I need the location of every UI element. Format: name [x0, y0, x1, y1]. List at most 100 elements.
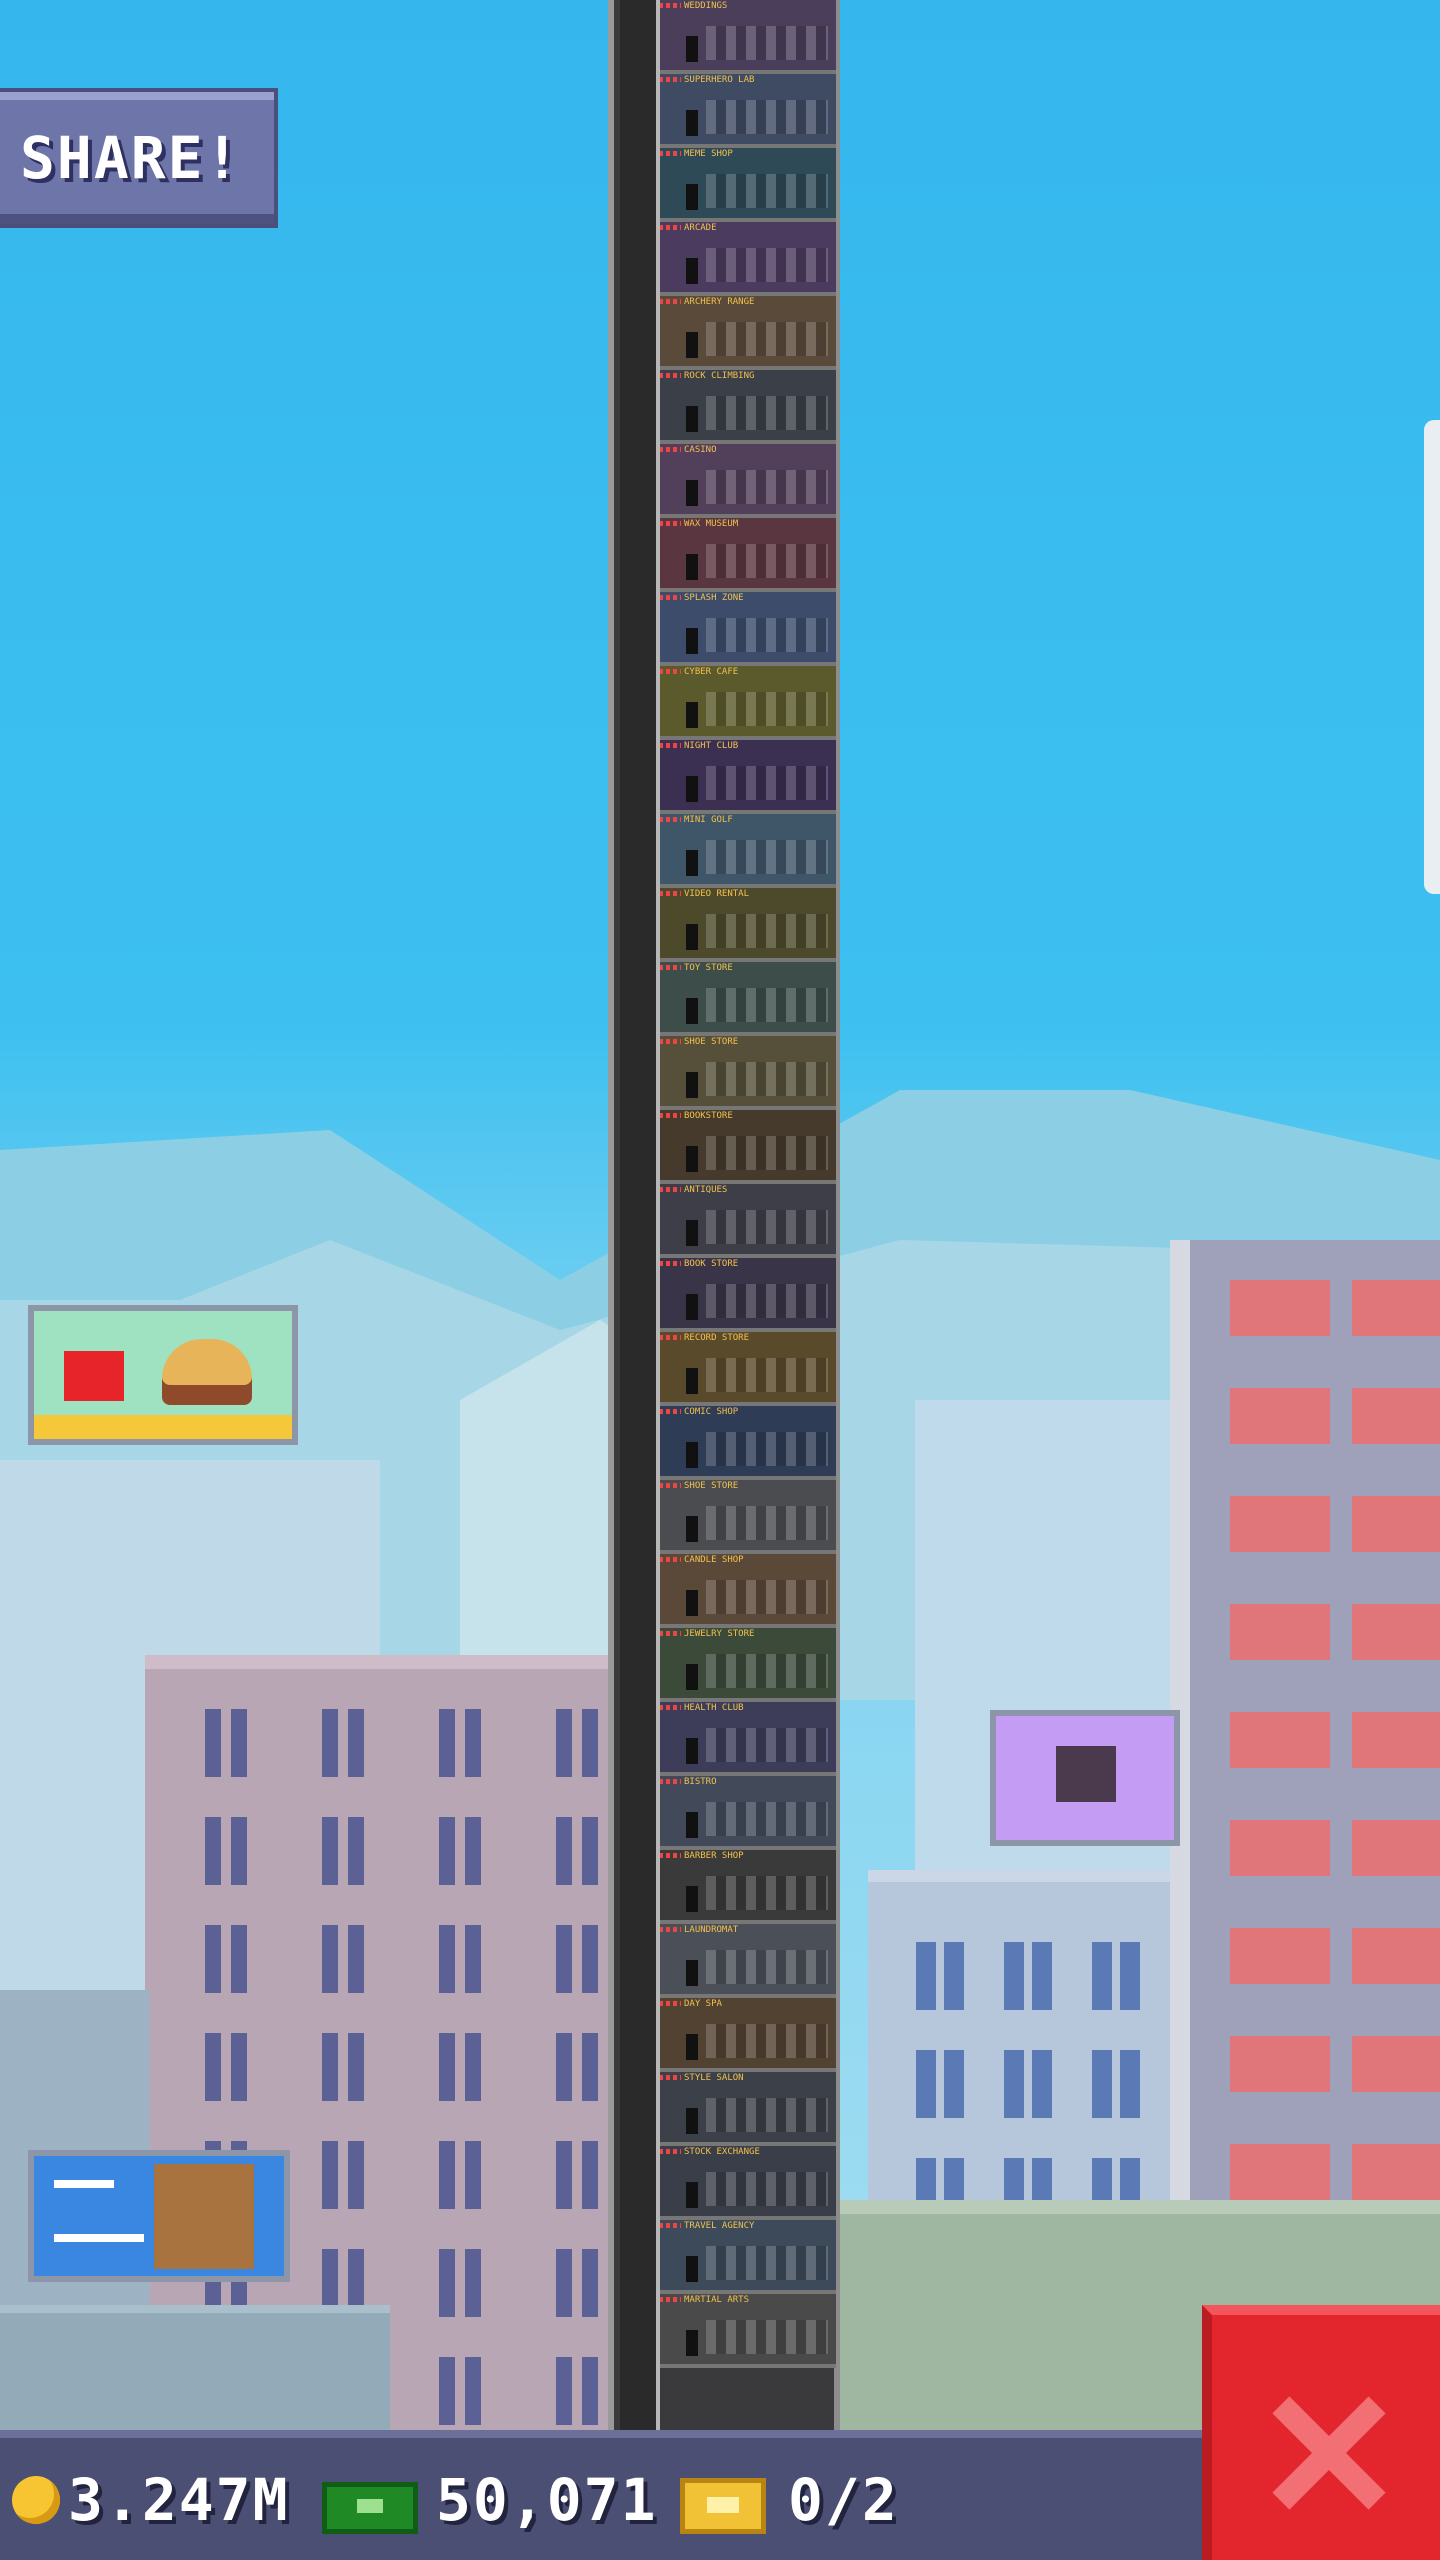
- tower-floor[interactable]: CANDLE SHOP: [660, 1554, 836, 1628]
- floor-name: WAX MUSEUM: [684, 519, 739, 529]
- ticket-icon: [680, 2478, 766, 2534]
- tower-floor[interactable]: COMIC SHOP: [660, 1406, 836, 1480]
- tower-floor[interactable]: ROCK CLIMBING: [660, 370, 836, 444]
- floor-shelves: [706, 1284, 828, 1318]
- tower-floor[interactable]: STYLE SALON: [660, 2072, 836, 2146]
- floor-shelves: [706, 396, 828, 430]
- floor-shelves: [706, 692, 828, 726]
- tower-floor[interactable]: MARTIAL ARTS: [660, 2294, 836, 2368]
- tower-floor[interactable]: JEWELRY STORE: [660, 1628, 836, 1702]
- floor-stars-icon: [660, 2223, 681, 2228]
- floor-stars-icon: [660, 77, 681, 82]
- tower-floor[interactable]: CYBER CAFE: [660, 666, 836, 740]
- tower-floor[interactable]: SHOE STORE: [660, 1036, 836, 1110]
- tower-floor[interactable]: HEALTH CLUB: [660, 1702, 836, 1776]
- floor-shelves: [706, 988, 828, 1022]
- share-button[interactable]: SHARE!: [0, 88, 278, 228]
- floor-shelves: [706, 766, 828, 800]
- floor-door: [686, 2108, 698, 2134]
- floor-stars-icon: [660, 521, 681, 526]
- floor-name: MARTIAL ARTS: [684, 2295, 750, 2305]
- tower-floor[interactable]: VIDEO RENTAL: [660, 888, 836, 962]
- tower-floor[interactable]: MINI GOLF: [660, 814, 836, 888]
- tower-floor[interactable]: DAY SPA: [660, 1998, 836, 2072]
- floor-stars-icon: [660, 2149, 681, 2154]
- tower-floor[interactable]: STOCK EXCHANGE: [660, 2146, 836, 2220]
- floor-door: [686, 36, 698, 62]
- floor-name: HEALTH CLUB: [684, 1703, 744, 1713]
- floor-shelves: [706, 840, 828, 874]
- floor-door: [686, 1886, 698, 1912]
- floor-stars-icon: [660, 1927, 681, 1932]
- tower-floor[interactable]: TOY STORE: [660, 962, 836, 1036]
- left-low-building: [0, 2305, 390, 2438]
- floor-door: [686, 2034, 698, 2060]
- floor-name: MEME SHOP: [684, 149, 733, 159]
- tower-floor[interactable]: BARBER SHOP: [660, 1850, 836, 1924]
- floor-door: [686, 702, 698, 728]
- store-billboard: [28, 2150, 290, 2282]
- floor-door: [686, 1664, 698, 1690]
- floor-shelves: [706, 2098, 828, 2132]
- briefcase-billboard: [990, 1710, 1180, 1846]
- floor-stars-icon: [660, 1261, 681, 1266]
- side-drawer-handle[interactable]: [1424, 420, 1440, 894]
- floor-name: TOY STORE: [684, 963, 733, 973]
- tower-floor[interactable]: ANTIQUES: [660, 1184, 836, 1258]
- tower-floor[interactable]: BOOK STORE: [660, 1258, 836, 1332]
- floor-shelves: [706, 2024, 828, 2058]
- floor-door: [686, 1516, 698, 1542]
- tower-floor[interactable]: NIGHT CLUB: [660, 740, 836, 814]
- tower-floor[interactable]: BISTRO: [660, 1776, 836, 1850]
- tower-floor[interactable]: SPLASH ZONE: [660, 592, 836, 666]
- floor-door: [686, 480, 698, 506]
- floor-shelves: [706, 1950, 828, 1984]
- floor-stars-icon: [660, 3, 681, 8]
- floor-name: SHOE STORE: [684, 1037, 739, 1047]
- floor-shelves: [706, 1432, 828, 1466]
- tower-floor[interactable]: RECORD STORE: [660, 1332, 836, 1406]
- tower-floor[interactable]: SHOE STORE: [660, 1480, 836, 1554]
- floor-stars-icon: [660, 595, 681, 600]
- floor-name: BISTRO: [684, 1777, 717, 1787]
- tower-floor[interactable]: CASINO: [660, 444, 836, 518]
- floor-name: COMIC SHOP: [684, 1407, 739, 1417]
- floor-name: SUPERHERO LAB: [684, 75, 755, 85]
- floor-name: ARCHERY RANGE: [684, 297, 755, 307]
- floor-name: JEWELRY STORE: [684, 1629, 755, 1639]
- floor-shelves: [706, 1728, 828, 1762]
- tower-floor[interactable]: ARCADE: [660, 222, 836, 296]
- floor-shelves: [706, 1358, 828, 1392]
- floor-door: [686, 1072, 698, 1098]
- floor-stars-icon: [660, 2075, 681, 2080]
- floor-door: [686, 110, 698, 136]
- tower-floor[interactable]: LAUNDROMAT: [660, 1924, 836, 1998]
- floor-shelves: [706, 174, 828, 208]
- floor-shelves: [706, 248, 828, 282]
- floor-name: STOCK EXCHANGE: [684, 2147, 760, 2157]
- tower-floor[interactable]: ARCHERY RANGE: [660, 296, 836, 370]
- floor-name: MINI GOLF: [684, 815, 733, 825]
- floor-stars-icon: [660, 669, 681, 674]
- floor-stars-icon: [660, 817, 681, 822]
- floor-name: BARBER SHOP: [684, 1851, 744, 1861]
- coins-value: 3.247M: [68, 2466, 290, 2534]
- floor-stars-icon: [660, 1853, 681, 1858]
- floor-name: ANTIQUES: [684, 1185, 728, 1195]
- close-button[interactable]: [1202, 2305, 1440, 2560]
- tickets-value: 0/2: [788, 2466, 899, 2534]
- floor-name: RECORD STORE: [684, 1333, 750, 1343]
- tower-floor[interactable]: WAX MUSEUM: [660, 518, 836, 592]
- tower-floor[interactable]: MEME SHOP: [660, 148, 836, 222]
- tower-floor[interactable]: BOOKSTORE: [660, 1110, 836, 1184]
- floor-stars-icon: [660, 225, 681, 230]
- tower-floor[interactable]: WEDDINGS: [660, 0, 836, 74]
- tower-floor[interactable]: SUPERHERO LAB: [660, 74, 836, 148]
- floor-door: [686, 1812, 698, 1838]
- floor-shelves: [706, 914, 828, 948]
- tower-floor[interactable]: TRAVEL AGENCY: [660, 2220, 836, 2294]
- elevator-shaft[interactable]: [620, 0, 660, 2430]
- floor-name: DAY SPA: [684, 1999, 722, 2009]
- floor-stars-icon: [660, 1705, 681, 1710]
- floor-door: [686, 776, 698, 802]
